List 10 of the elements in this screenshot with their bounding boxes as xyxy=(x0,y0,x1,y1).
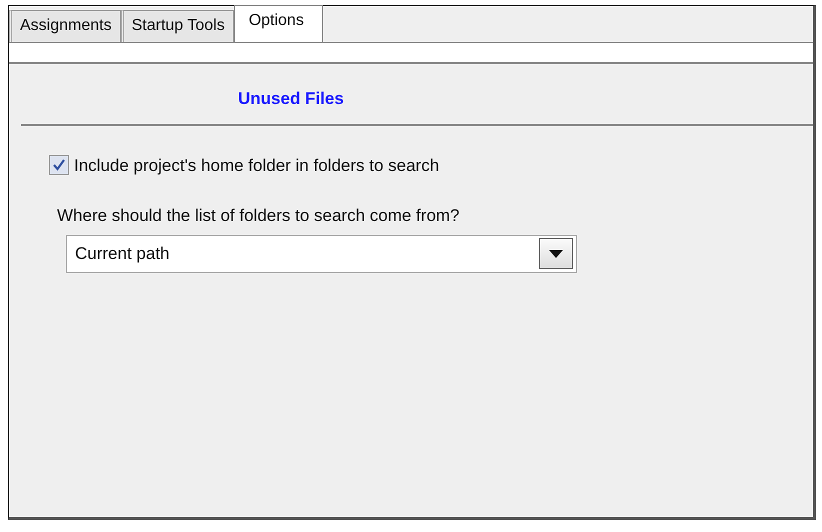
folder-source-label: Where should the list of folders to search come from? xyxy=(57,205,461,227)
dropdown-button[interactable] xyxy=(539,238,573,269)
tab[interactable]: Assignments xyxy=(9,10,121,42)
checkbox-label: Include project's home folder in folders to search xyxy=(74,154,440,176)
caret-icon xyxy=(549,250,563,258)
tab[interactable]: Startup Tools xyxy=(120,10,234,42)
section-title: Unused Files xyxy=(238,88,345,110)
include-home-checkbox[interactable] xyxy=(49,155,69,176)
folder-source-dropdown[interactable]: Current path xyxy=(66,234,577,272)
tab[interactable]: Options xyxy=(234,5,323,42)
